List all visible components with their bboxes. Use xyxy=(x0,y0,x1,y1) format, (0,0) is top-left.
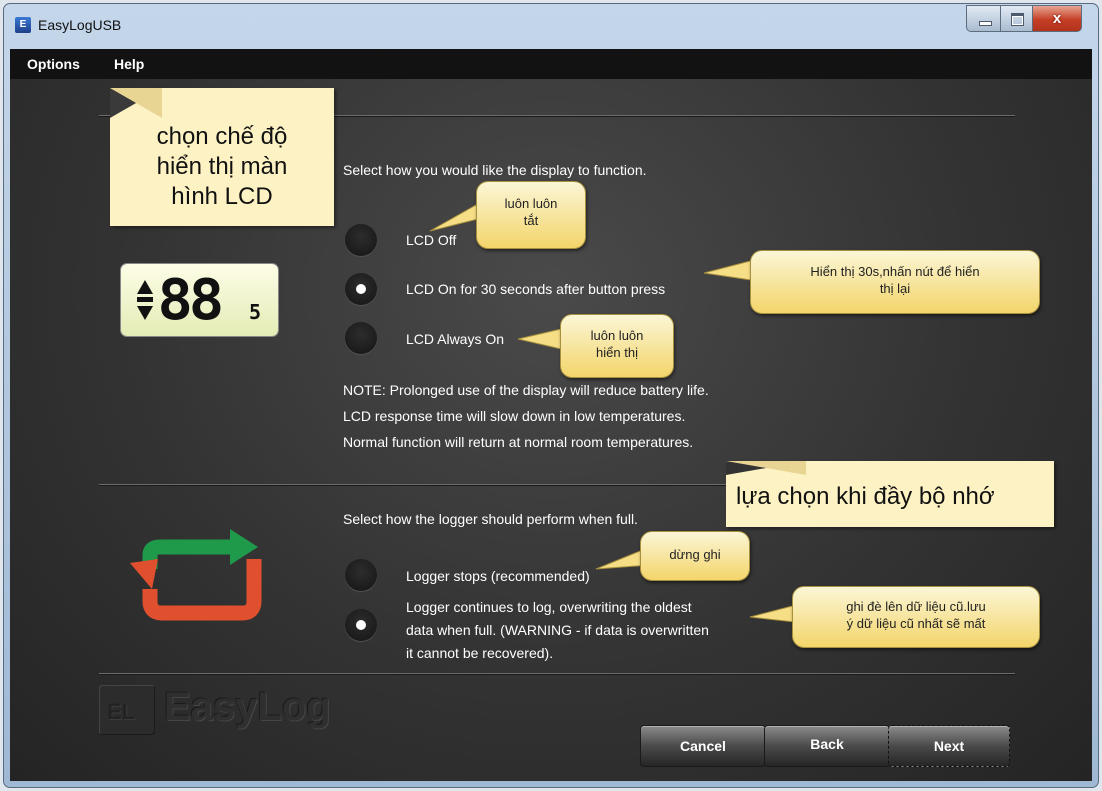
back-button[interactable]: Back xyxy=(764,725,890,767)
wizard-panel: Select how you would like the display to… xyxy=(10,79,1092,781)
easylog-logo-mark: EL xyxy=(99,685,155,735)
annotation-note-display-text: chọn chế độ hiển thị màn hình LCD xyxy=(156,123,288,210)
divider-bottom xyxy=(99,673,1015,674)
radio-logger-overwrite[interactable] xyxy=(345,609,377,641)
annotation-note-display: chọn chế độ hiển thị màn hình LCD xyxy=(110,88,334,226)
app-window: E EasyLogUSB x Options Help Select how y… xyxy=(3,3,1099,788)
option-lcd-30s-label[interactable]: LCD On for 30 seconds after button press xyxy=(406,281,665,297)
loop-arrows-icon xyxy=(130,529,262,621)
display-prompt: Select how you would like the display to… xyxy=(343,162,647,178)
title-bar[interactable]: E EasyLogUSB x xyxy=(4,4,1098,48)
bubble-lcd-off: luôn luôn tắt xyxy=(476,181,586,249)
option-overwrite-line-3[interactable]: it cannot be recovered). xyxy=(406,645,553,661)
option-lcd-always-label[interactable]: LCD Always On xyxy=(406,331,504,347)
minimize-button[interactable] xyxy=(966,5,1001,32)
easylog-logo-text: EasyLog xyxy=(164,685,331,729)
maximize-button[interactable] xyxy=(1000,5,1033,32)
bubble-logger-stop: dừng ghi xyxy=(640,531,750,581)
window-title: EasyLogUSB xyxy=(38,17,122,33)
minimize-icon xyxy=(979,21,992,26)
logger-prompt: Select how the logger should perform whe… xyxy=(343,511,638,527)
menu-help[interactable]: Help xyxy=(114,56,144,72)
close-button[interactable]: x xyxy=(1032,5,1082,32)
option-overwrite-line-1[interactable]: Logger continues to log, overwriting the… xyxy=(406,599,692,615)
cancel-button[interactable]: Cancel xyxy=(640,725,766,767)
menu-options[interactable]: Options xyxy=(27,56,80,72)
option-logger-stops-label[interactable]: Logger stops (recommended) xyxy=(406,568,590,584)
app-icon[interactable]: E xyxy=(15,17,31,33)
annotation-note-memory-text: lựa chọn khi đầy bộ nhớ xyxy=(736,483,995,510)
bubble-lcd-30s: Hiển thị 30s,nhấn nút để hiển thị lại xyxy=(750,250,1040,314)
lcd-display-icon: 88 5 xyxy=(121,264,278,336)
note-line-3: Normal function will return at normal ro… xyxy=(343,434,694,450)
bubble-lcd-always: luôn luôn hiển thị xyxy=(560,314,674,378)
radio-lcd-off[interactable] xyxy=(345,224,377,256)
radio-lcd-30s[interactable] xyxy=(345,273,377,305)
next-button[interactable]: Next xyxy=(888,725,1010,767)
maximize-icon xyxy=(1011,13,1024,26)
bubble-logger-overwrite: ghi đè lên dữ liệu cũ.lưu ý dữ liệu cũ n… xyxy=(792,586,1040,648)
note-line-1: NOTE: Prolonged use of the display will … xyxy=(343,382,709,398)
radio-lcd-always[interactable] xyxy=(345,322,377,354)
note-line-2: LCD response time will slow down in low … xyxy=(343,408,686,424)
menu-bar: Options Help xyxy=(10,49,1092,79)
close-icon: x xyxy=(1052,10,1062,27)
lcd-arrow-icon xyxy=(137,280,153,320)
lcd-digits: 88 xyxy=(157,268,225,333)
radio-logger-stops[interactable] xyxy=(345,559,377,591)
option-overwrite-line-2[interactable]: data when full. (WARNING - if data is ov… xyxy=(406,622,709,638)
annotation-note-memory: lựa chọn khi đầy bộ nhớ xyxy=(726,461,1054,527)
lcd-small-digit: 5 xyxy=(249,300,262,324)
